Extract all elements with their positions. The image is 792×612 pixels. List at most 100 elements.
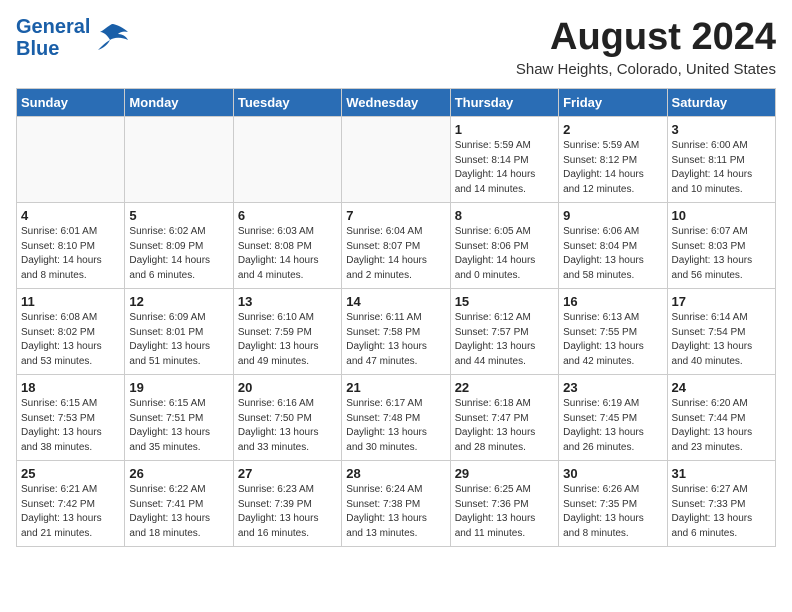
col-header-sunday: Sunday (17, 89, 125, 117)
calendar-week-2: 4 Sunrise: 6:01 AM Sunset: 8:10 PM Daylig… (17, 203, 776, 289)
calendar-cell: 16Sunrise: 6:13 AM Sunset: 7:55 PM Dayli… (559, 289, 667, 375)
col-header-monday: Monday (125, 89, 233, 117)
calendar-cell: 30 Sunrise: 6:26 AM Sunset: 7:35 PM Dayli… (559, 461, 667, 547)
day-info: Sunrise: 6:07 AM Sunset: 8:03 PM Dayligh… (672, 225, 771, 283)
calendar-cell (125, 117, 233, 203)
day-number: 11 (21, 294, 120, 309)
col-header-saturday: Saturday (667, 89, 775, 117)
month-title: August 2024 (516, 16, 776, 59)
day-number: 19 (129, 380, 228, 395)
calendar-cell: 2Sunrise: 5:59 AM Sunset: 8:12 PM Daylig… (559, 117, 667, 203)
calendar-cell: 25 Sunrise: 6:21 AM Sunset: 7:42 PM Dayli… (17, 461, 125, 547)
calendar-cell: 22Sunrise: 6:18 AM Sunset: 7:47 PM Dayli… (450, 375, 558, 461)
day-info: Sunrise: 6:16 AM Sunset: 7:50 PM Dayligh… (238, 397, 337, 455)
calendar-week-5: 25 Sunrise: 6:21 AM Sunset: 7:42 PM Dayli… (17, 461, 776, 547)
col-header-thursday: Thursday (450, 89, 558, 117)
calendar-cell: 12 Sunrise: 6:09 AM Sunset: 8:01 PM Dayli… (125, 289, 233, 375)
calendar-week-1: 1Sunrise: 5:59 AM Sunset: 8:14 PM Daylig… (17, 117, 776, 203)
location-title: Shaw Heights, Colorado, United States (516, 61, 776, 78)
calendar-cell (233, 117, 341, 203)
day-info: Sunrise: 6:08 AM Sunset: 8:02 PM Dayligh… (21, 311, 120, 369)
logo-bird-icon (94, 22, 130, 54)
day-info: Sunrise: 5:59 AM Sunset: 8:12 PM Dayligh… (563, 139, 662, 197)
day-number: 10 (672, 208, 771, 223)
calendar-header-row: SundayMondayTuesdayWednesdayThursdayFrid… (17, 89, 776, 117)
calendar-cell: 15 Sunrise: 6:12 AM Sunset: 7:57 PM Dayli… (450, 289, 558, 375)
day-number: 14 (346, 294, 445, 309)
calendar-cell: 14 Sunrise: 6:11 AM Sunset: 7:58 PM Dayli… (342, 289, 450, 375)
calendar-cell: 23Sunrise: 6:19 AM Sunset: 7:45 PM Dayli… (559, 375, 667, 461)
calendar-cell: 27 Sunrise: 6:23 AM Sunset: 7:39 PM Dayli… (233, 461, 341, 547)
calendar: SundayMondayTuesdayWednesdayThursdayFrid… (16, 88, 776, 547)
col-header-friday: Friday (559, 89, 667, 117)
day-number: 15 (455, 294, 554, 309)
day-info: Sunrise: 5:59 AM Sunset: 8:14 PM Dayligh… (455, 139, 554, 197)
header: General Blue August 2024 Shaw Heights, C… (16, 16, 776, 78)
day-info: Sunrise: 6:02 AM Sunset: 8:09 PM Dayligh… (129, 225, 228, 283)
day-info: Sunrise: 6:09 AM Sunset: 8:01 PM Dayligh… (129, 311, 228, 369)
day-info: Sunrise: 6:12 AM Sunset: 7:57 PM Dayligh… (455, 311, 554, 369)
day-number: 4 (21, 208, 120, 223)
calendar-cell: 20 Sunrise: 6:16 AM Sunset: 7:50 PM Dayli… (233, 375, 341, 461)
calendar-cell: 17Sunrise: 6:14 AM Sunset: 7:54 PM Dayli… (667, 289, 775, 375)
logo: General Blue (16, 16, 130, 60)
calendar-cell: 24 Sunrise: 6:20 AM Sunset: 7:44 PM Dayli… (667, 375, 775, 461)
logo-line1: General (16, 16, 90, 38)
calendar-cell: 19 Sunrise: 6:15 AM Sunset: 7:51 PM Dayli… (125, 375, 233, 461)
day-number: 26 (129, 466, 228, 481)
calendar-cell: 8 Sunrise: 6:05 AM Sunset: 8:06 PM Daylig… (450, 203, 558, 289)
calendar-cell: 13Sunrise: 6:10 AM Sunset: 7:59 PM Dayli… (233, 289, 341, 375)
day-number: 9 (563, 208, 662, 223)
calendar-cell (17, 117, 125, 203)
logo-line2: Blue (16, 38, 90, 60)
calendar-cell: 3 Sunrise: 6:00 AM Sunset: 8:11 PM Daylig… (667, 117, 775, 203)
day-number: 30 (563, 466, 662, 481)
day-info: Sunrise: 6:25 AM Sunset: 7:36 PM Dayligh… (455, 483, 554, 541)
day-number: 12 (129, 294, 228, 309)
day-info: Sunrise: 6:05 AM Sunset: 8:06 PM Dayligh… (455, 225, 554, 283)
calendar-cell: 4 Sunrise: 6:01 AM Sunset: 8:10 PM Daylig… (17, 203, 125, 289)
day-number: 25 (21, 466, 120, 481)
day-number: 7 (346, 208, 445, 223)
calendar-cell: 28 Sunrise: 6:24 AM Sunset: 7:38 PM Dayli… (342, 461, 450, 547)
day-number: 24 (672, 380, 771, 395)
day-info: Sunrise: 6:11 AM Sunset: 7:58 PM Dayligh… (346, 311, 445, 369)
calendar-cell: 6Sunrise: 6:03 AM Sunset: 8:08 PM Daylig… (233, 203, 341, 289)
col-header-wednesday: Wednesday (342, 89, 450, 117)
day-number: 28 (346, 466, 445, 481)
day-number: 3 (672, 122, 771, 137)
day-number: 23 (563, 380, 662, 395)
calendar-cell: 31Sunrise: 6:27 AM Sunset: 7:33 PM Dayli… (667, 461, 775, 547)
day-info: Sunrise: 6:21 AM Sunset: 7:42 PM Dayligh… (21, 483, 120, 541)
day-info: Sunrise: 6:26 AM Sunset: 7:35 PM Dayligh… (563, 483, 662, 541)
calendar-week-3: 11 Sunrise: 6:08 AM Sunset: 8:02 PM Dayli… (17, 289, 776, 375)
day-info: Sunrise: 6:03 AM Sunset: 8:08 PM Dayligh… (238, 225, 337, 283)
day-info: Sunrise: 6:18 AM Sunset: 7:47 PM Dayligh… (455, 397, 554, 455)
day-info: Sunrise: 6:06 AM Sunset: 8:04 PM Dayligh… (563, 225, 662, 283)
calendar-cell: 10 Sunrise: 6:07 AM Sunset: 8:03 PM Dayli… (667, 203, 775, 289)
day-number: 8 (455, 208, 554, 223)
calendar-week-4: 18Sunrise: 6:15 AM Sunset: 7:53 PM Dayli… (17, 375, 776, 461)
calendar-cell: 26Sunrise: 6:22 AM Sunset: 7:41 PM Dayli… (125, 461, 233, 547)
calendar-cell: 7Sunrise: 6:04 AM Sunset: 8:07 PM Daylig… (342, 203, 450, 289)
day-number: 17 (672, 294, 771, 309)
calendar-cell: 18Sunrise: 6:15 AM Sunset: 7:53 PM Dayli… (17, 375, 125, 461)
title-block: August 2024 Shaw Heights, Colorado, Unit… (516, 16, 776, 78)
day-info: Sunrise: 6:27 AM Sunset: 7:33 PM Dayligh… (672, 483, 771, 541)
day-info: Sunrise: 6:24 AM Sunset: 7:38 PM Dayligh… (346, 483, 445, 541)
day-info: Sunrise: 6:15 AM Sunset: 7:51 PM Dayligh… (129, 397, 228, 455)
day-info: Sunrise: 6:00 AM Sunset: 8:11 PM Dayligh… (672, 139, 771, 197)
day-info: Sunrise: 6:13 AM Sunset: 7:55 PM Dayligh… (563, 311, 662, 369)
calendar-cell: 5 Sunrise: 6:02 AM Sunset: 8:09 PM Daylig… (125, 203, 233, 289)
day-number: 20 (238, 380, 337, 395)
calendar-cell: 1Sunrise: 5:59 AM Sunset: 8:14 PM Daylig… (450, 117, 558, 203)
day-number: 18 (21, 380, 120, 395)
day-info: Sunrise: 6:20 AM Sunset: 7:44 PM Dayligh… (672, 397, 771, 455)
day-number: 5 (129, 208, 228, 223)
day-info: Sunrise: 6:01 AM Sunset: 8:10 PM Dayligh… (21, 225, 120, 283)
calendar-cell: 29Sunrise: 6:25 AM Sunset: 7:36 PM Dayli… (450, 461, 558, 547)
calendar-cell: 9 Sunrise: 6:06 AM Sunset: 8:04 PM Daylig… (559, 203, 667, 289)
day-number: 13 (238, 294, 337, 309)
day-info: Sunrise: 6:23 AM Sunset: 7:39 PM Dayligh… (238, 483, 337, 541)
day-number: 27 (238, 466, 337, 481)
